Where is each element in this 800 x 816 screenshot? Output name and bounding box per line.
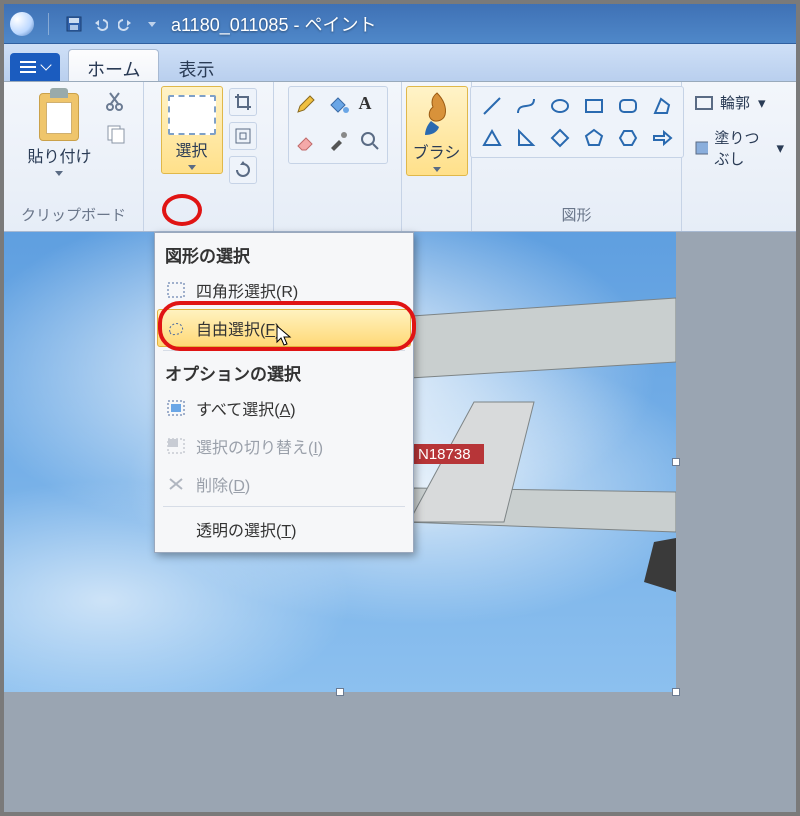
shape-hexagon-icon[interactable] <box>615 125 641 151</box>
mouse-cursor-icon <box>276 325 292 347</box>
save-icon[interactable] <box>65 15 83 33</box>
fill-icon <box>694 138 708 158</box>
pencil-icon[interactable] <box>295 93 317 120</box>
select-label: 選択 <box>175 137 207 161</box>
menu-invert-label: 選択の切り替え(I) <box>196 434 323 458</box>
eraser-icon[interactable] <box>295 130 317 157</box>
transparent-icon <box>166 519 186 539</box>
ribbon: 貼り付け クリップボード 選択 <box>4 82 796 232</box>
copy-icon[interactable] <box>105 123 127 150</box>
tab-view[interactable]: 表示 <box>159 49 233 81</box>
menu-select-all[interactable]: すべて選択(A) <box>157 389 411 427</box>
shape-polygon-icon[interactable] <box>649 93 675 119</box>
invert-selection-icon <box>166 436 186 456</box>
crop-icon[interactable] <box>229 88 257 116</box>
menu-free-label: 自由選択(F) <box>196 316 280 340</box>
shape-curve-icon[interactable] <box>513 93 539 119</box>
ribbon-tab-bar: ホーム 表示 <box>4 44 796 82</box>
menu-delete-label: 削除(D) <box>196 472 250 496</box>
dropdown-heading-options: オプションの選択 <box>157 354 411 389</box>
select-all-icon <box>166 398 186 418</box>
fill-bucket-icon[interactable] <box>327 93 349 120</box>
dropdown-separator <box>163 506 405 507</box>
file-menu-button[interactable] <box>10 53 60 81</box>
brush-icon <box>417 91 457 137</box>
app-orb-icon <box>10 12 34 36</box>
delete-icon <box>166 474 186 494</box>
shape-roundrect-icon[interactable] <box>615 93 641 119</box>
chevron-down-icon <box>40 59 51 70</box>
plane-registration: N18738 <box>418 446 471 463</box>
select-button[interactable]: 選択 <box>161 86 223 174</box>
title-separator <box>48 13 49 35</box>
group-shapes: 図形 <box>472 82 682 231</box>
fill-button[interactable]: 塗りつぶし ▾ <box>690 125 788 171</box>
menu-invert-selection: 選択の切り替え(I) <box>157 427 411 465</box>
brushes-label: ブラシ <box>413 139 461 163</box>
resize-icon[interactable] <box>229 122 257 150</box>
window-title: a1180_011085 - ペイント <box>171 11 376 37</box>
resize-handle-corner[interactable] <box>672 688 680 696</box>
group-label-image <box>206 206 210 229</box>
group-label-outline <box>737 206 741 229</box>
dropdown-separator <box>163 350 405 351</box>
tab-home[interactable]: ホーム <box>68 49 159 81</box>
clipboard-icon <box>39 93 79 141</box>
quick-access-toolbar <box>63 15 161 33</box>
outline-label: 輪郭 <box>720 92 750 113</box>
undo-icon[interactable] <box>91 15 109 33</box>
menu-delete: 削除(D) <box>157 465 411 503</box>
menu-transparent-label: 透明の選択(T) <box>196 517 296 541</box>
title-bar: a1180_011085 - ペイント <box>4 4 796 44</box>
outline-button[interactable]: 輪郭 ▾ <box>690 90 770 115</box>
group-label-clipboard: クリップボード <box>21 202 126 229</box>
shape-triangle-icon[interactable] <box>479 125 505 151</box>
color-picker-icon[interactable] <box>327 130 349 157</box>
rotate-icon[interactable] <box>229 156 257 184</box>
redo-icon[interactable] <box>117 15 135 33</box>
group-tools: A <box>274 82 402 231</box>
text-tool-icon[interactable]: A <box>359 93 372 120</box>
shape-pentagon-icon[interactable] <box>581 125 607 151</box>
menu-rectangular-selection[interactable]: 四角形選択(R) <box>157 271 411 309</box>
magnifier-icon[interactable] <box>359 130 381 157</box>
rect-select-icon <box>166 280 186 300</box>
shape-line-icon[interactable] <box>479 93 505 119</box>
shape-diamond-icon[interactable] <box>547 125 573 151</box>
shape-oval-icon[interactable] <box>547 93 573 119</box>
paste-button[interactable]: 貼り付け <box>20 86 98 180</box>
menu-transparent-selection[interactable]: 透明の選択(T) <box>157 510 411 548</box>
dropdown-heading-shapes: 図形の選択 <box>157 236 411 271</box>
resize-handle-bottom[interactable] <box>336 688 344 696</box>
chevron-down-icon <box>432 165 442 175</box>
select-dropdown-arrow[interactable] <box>187 163 197 173</box>
app-window: a1180_011085 - ペイント ホーム 表示 貼り付け <box>0 0 800 816</box>
paste-label: 貼り付け <box>27 143 91 167</box>
group-label-brushes <box>434 206 438 229</box>
fill-label: 塗りつぶし <box>714 127 768 169</box>
chevron-down-icon <box>54 169 64 179</box>
group-outline-fill: 輪郭 ▾ 塗りつぶし ▾ <box>682 82 796 231</box>
resize-handle-right[interactable] <box>672 458 680 466</box>
group-label-tools <box>335 206 339 229</box>
shapes-gallery[interactable] <box>470 86 684 158</box>
outline-icon <box>694 93 714 113</box>
shape-arrow-right-icon[interactable] <box>649 125 675 151</box>
group-clipboard: 貼り付け クリップボード <box>4 82 144 231</box>
group-image: 選択 <box>144 82 274 231</box>
menu-select-all-label: すべて選択(A) <box>196 396 296 420</box>
group-brushes: ブラシ <box>402 82 472 231</box>
cut-icon[interactable] <box>105 90 127 117</box>
freeform-select-icon <box>166 318 186 338</box>
select-dropdown-menu: 図形の選択 四角形選択(R) 自由選択(F) オプションの選択 すべて選択(A)… <box>154 232 414 553</box>
menu-bars-icon <box>20 61 36 73</box>
shape-right-triangle-icon[interactable] <box>513 125 539 151</box>
brushes-button[interactable]: ブラシ <box>406 86 468 176</box>
group-label-shapes: 図形 <box>561 202 591 229</box>
selection-marquee-icon <box>168 95 216 135</box>
qat-dropdown-icon[interactable] <box>143 15 161 33</box>
menu-rect-label: 四角形選択(R) <box>196 278 298 302</box>
shape-rect-icon[interactable] <box>581 93 607 119</box>
